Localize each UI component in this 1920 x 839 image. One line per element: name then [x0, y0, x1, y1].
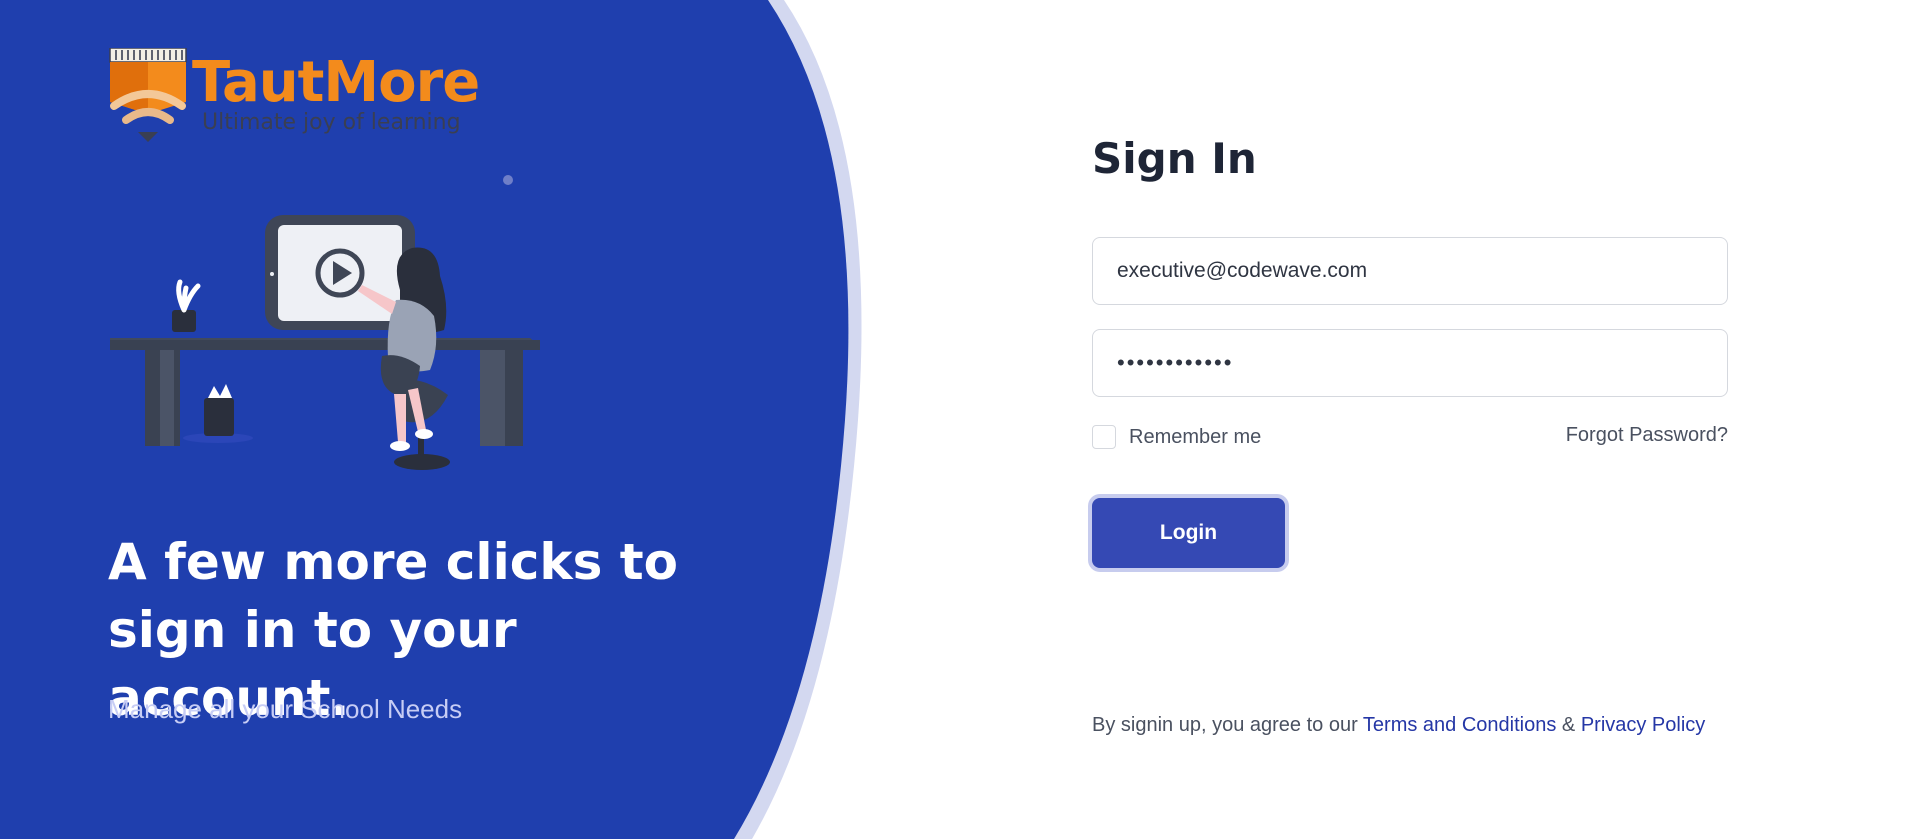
left-panel: TautMore Ultimate joy of learning A few … [0, 0, 840, 839]
remember-me-label: Remember me [1129, 425, 1262, 448]
login-button[interactable]: Login [1092, 498, 1285, 568]
tautmore-logo-icon [109, 48, 187, 142]
brand-name: TautMore [192, 50, 480, 115]
email-field[interactable] [1092, 237, 1728, 305]
terms-prefix: By signin up, you agree to our [1092, 714, 1363, 736]
hero-subline: Manage all your School Needs [108, 694, 463, 724]
terms-amp: & [1556, 714, 1581, 736]
terms-notice: By signin up, you agree to our Terms and… [1092, 714, 1705, 737]
brand-logo: TautMore Ultimate joy of learning [108, 48, 498, 143]
password-field[interactable] [1092, 329, 1728, 397]
brand-tagline: Ultimate joy of learning [202, 110, 461, 135]
privacy-link[interactable]: Privacy Policy [1581, 714, 1705, 736]
signin-title: Sign In [1092, 134, 1257, 183]
video-lesson-illustration [110, 175, 540, 470]
remember-me-checkbox[interactable] [1092, 425, 1116, 449]
remember-me-toggle[interactable]: Remember me [1092, 423, 1261, 451]
forgot-password-link[interactable]: Forgot Password? [1566, 424, 1728, 447]
terms-link[interactable]: Terms and Conditions [1363, 714, 1556, 736]
